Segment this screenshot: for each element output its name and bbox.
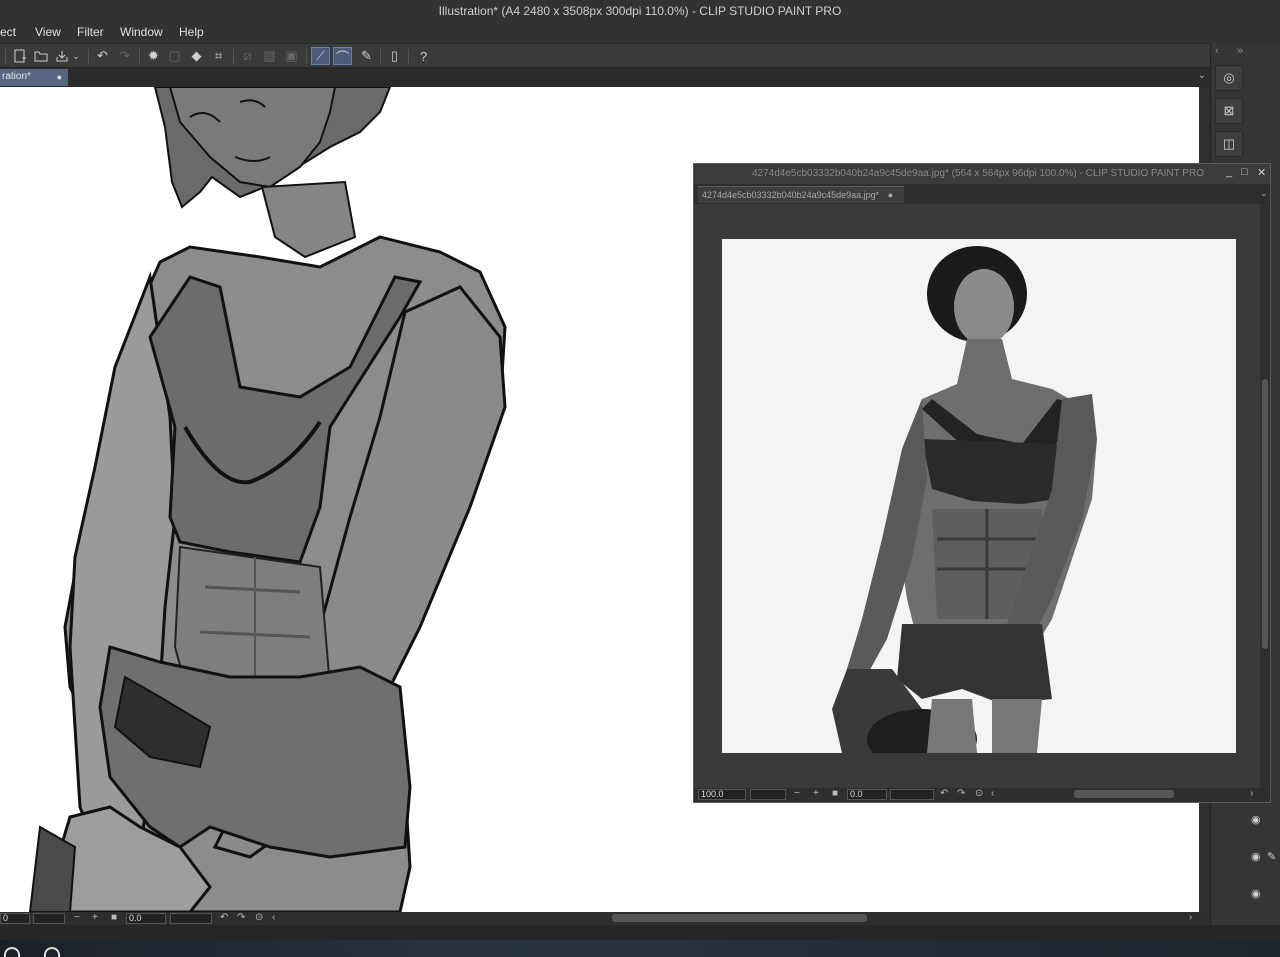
open-file-icon[interactable] [31,47,50,65]
zoom-in-icon[interactable]: + [813,788,819,799]
ruler-off-icon[interactable]: ⧄ [238,47,257,65]
menu-filter[interactable]: Filter [77,25,104,39]
rotate-left-icon[interactable]: ↶ [940,788,948,799]
os-taskbar [0,940,1280,957]
command-bar: ⌄ ↶ ↷ ✹ ▢ ◆ ⌗ ⧄ ▨ ▣ ⟋ ⌒ ✎ ▯ ? [0,43,1280,68]
menu-help[interactable]: Help [179,25,204,39]
reference-photo [722,239,1236,753]
separator [88,49,89,64]
frame-icon[interactable]: ▣ [282,47,301,65]
redo-icon[interactable]: ↷ [115,47,134,65]
save-icon[interactable] [52,47,71,65]
tab-illustration[interactable]: ration* ● [0,69,68,86]
reference-rotate-field[interactable]: 0.0 [847,789,887,800]
app-icon[interactable] [44,947,60,957]
pen-icon[interactable]: ✎ [1267,850,1276,863]
menu-select[interactable]: ect [0,25,16,39]
clear-selection-icon[interactable]: ▢ [165,47,184,65]
eye-icon[interactable]: ◉ [1251,887,1261,900]
rotate-right-icon[interactable]: ↷ [957,788,965,799]
close-icon[interactable]: ✕ [1257,166,1266,179]
camera-icon[interactable]: ◫ [1215,131,1243,157]
minimize-icon[interactable]: _ [1226,166,1232,178]
reference-navigation-bar: 100.0 − + ■ 0.0 ↶ ↷ ⊙ ‹ › [694,788,1270,802]
menu-bar: ect View Filter Window Help [0,22,1280,43]
rotate-right-icon[interactable]: ↷ [237,912,245,923]
transform-icon[interactable]: ⌗ [209,47,228,65]
separator [380,49,381,64]
device-icon[interactable]: ▯ [385,47,404,65]
zoom-in-icon[interactable]: + [92,912,98,923]
chevron-right-icon[interactable]: › [1189,912,1192,923]
new-file-icon[interactable] [10,47,29,65]
reset-rotate-icon[interactable]: ⊙ [255,912,263,923]
canvas-tab-bar: ration* ● ⌄ [0,68,1210,87]
fit-icon[interactable]: ■ [832,788,838,799]
menu-view[interactable]: View [35,25,61,39]
title-bar: Illustration* (A4 2480 x 3508px 300dpi 1… [0,0,1280,22]
tab-label: ration* [2,71,31,82]
reference-rotate-slider[interactable] [890,789,934,800]
chevron-down-icon[interactable]: ⌄ [1198,70,1206,81]
flip-icon[interactable]: ‹ [272,912,275,923]
flip-icon[interactable]: ‹ [991,788,994,799]
close-tab-icon[interactable]: ● [888,190,893,200]
eye-icon[interactable]: ◉ [1251,850,1261,863]
horizontal-scroll-thumb[interactable] [612,914,867,922]
reference-vertical-scrollbar[interactable] [1260,204,1270,788]
separator [408,49,409,64]
reference-canvas[interactable] [694,204,1260,788]
reference-title-bar[interactable]: 4274d4e5cb03332b040b24a9c45de9aa.jpg* (5… [694,164,1270,184]
chevron-down-icon[interactable]: ⌄ [70,47,82,65]
close-tab-icon[interactable]: ● [57,72,62,82]
snap-curve-icon[interactable]: ⌒ [333,47,352,65]
canvas-navigation-bar: 0 − + ■ 0.0 ↶ ↷ ⊙ ‹ › [0,912,1210,925]
navigator-icon[interactable]: ◎ [1215,65,1243,91]
app-icon[interactable] [4,947,20,957]
undo-icon[interactable]: ↶ [93,47,112,65]
help-icon[interactable]: ? [414,47,433,65]
reference-zoom-field[interactable]: 100.0 [698,789,746,800]
expand-icon[interactable]: » [1237,45,1243,57]
window-title: Illustration* (A4 2480 x 3508px 300dpi 1… [438,4,842,18]
rotate-slider[interactable] [170,913,212,924]
reset-rotate-icon[interactable]: ⊙ [975,788,983,799]
reference-title: 4274d4e5cb03332b040b24a9c45de9aa.jpg* (5… [752,168,1204,179]
eye-icon[interactable]: ◉ [1251,813,1261,826]
scroll-thumb[interactable] [1262,379,1268,649]
separator [139,49,140,64]
reference-zoom-slider[interactable] [750,789,786,800]
maximize-icon[interactable]: □ [1241,166,1248,178]
chevron-down-icon[interactable]: ⌄ [1260,188,1268,199]
chevron-right-icon[interactable]: › [1250,788,1253,799]
zoom-out-icon[interactable]: − [794,788,800,799]
reference-tab-label: 4274d4e5cb03332b040b24a9c45de9aa.jpg* [702,190,880,200]
sub-view-icon[interactable]: ⊠ [1215,98,1243,124]
snap-ruler-icon[interactable]: ⟋ [311,47,330,65]
zoom-field[interactable]: 0 [0,913,30,924]
status-strip [0,925,1280,940]
grid-icon[interactable]: ▨ [260,47,279,65]
separator [233,49,234,64]
fit-icon[interactable]: ■ [111,912,117,923]
horizontal-scroll-thumb[interactable] [1074,790,1174,798]
rotate-field[interactable]: 0.0 [126,913,166,924]
separator [5,49,6,64]
menu-window[interactable]: Window [120,25,163,39]
zoom-out-icon[interactable]: − [74,912,80,923]
fill-icon[interactable]: ◆ [187,47,206,65]
spinner-icon[interactable]: ✹ [144,47,163,65]
reference-tab[interactable]: 4274d4e5cb03332b040b24a9c45de9aa.jpg* ● [698,186,904,203]
rotate-left-icon[interactable]: ↶ [220,912,228,923]
pen-icon[interactable]: ✎ [357,47,376,65]
chevron-left-icon[interactable]: ‹ [1215,45,1219,57]
zoom-slider[interactable] [33,913,65,924]
reference-window[interactable]: 4274d4e5cb03332b040b24a9c45de9aa.jpg* (5… [693,163,1271,803]
separator [306,49,307,64]
